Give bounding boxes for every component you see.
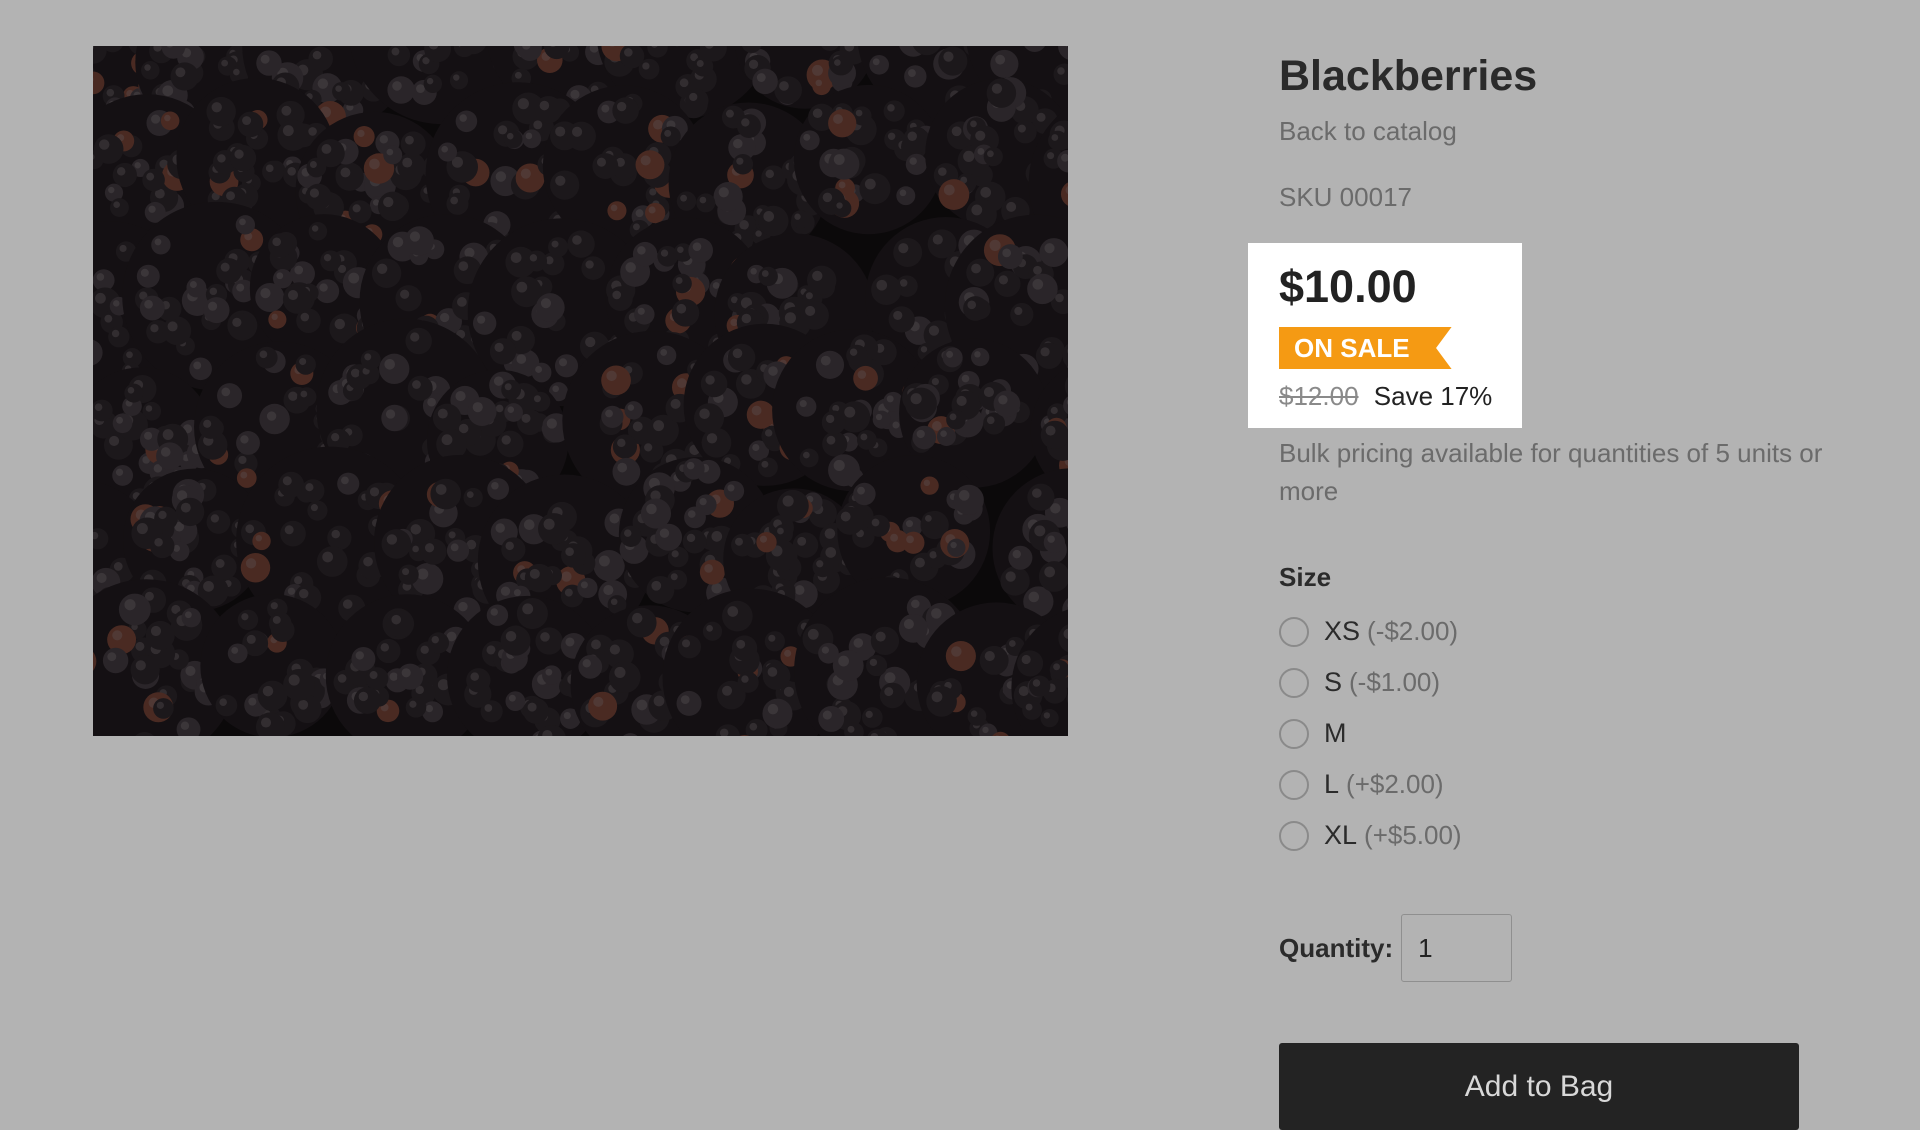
quantity-label: Quantity: — [1279, 933, 1393, 964]
radio-button[interactable] — [1279, 668, 1309, 698]
radio-button[interactable] — [1279, 617, 1309, 647]
price-comparison: $12.00 Save 17% — [1279, 381, 1492, 412]
size-name: L — [1324, 769, 1339, 800]
radio-button[interactable] — [1279, 719, 1309, 749]
current-price: $10.00 — [1279, 261, 1417, 313]
radio-button[interactable] — [1279, 770, 1309, 800]
size-option-xl[interactable]: XL (+$5.00) — [1279, 810, 1462, 861]
size-name: M — [1324, 718, 1347, 749]
product-image — [93, 46, 1068, 736]
size-option-s[interactable]: S (-$1.00) — [1279, 657, 1462, 708]
size-option-xs[interactable]: XS (-$2.00) — [1279, 606, 1462, 657]
add-to-bag-button[interactable]: Add to Bag — [1279, 1043, 1799, 1130]
savings-text: Save 17% — [1374, 381, 1493, 411]
quantity-row: Quantity: — [1279, 914, 1512, 982]
size-name: XL — [1324, 820, 1357, 851]
size-price-modifier: (+$2.00) — [1346, 769, 1444, 800]
size-options: XS (-$2.00) S (-$1.00) M L (+$2.00) XL (… — [1279, 606, 1462, 861]
size-price-modifier: (+$5.00) — [1364, 820, 1462, 851]
product-title: Blackberries — [1279, 50, 1879, 102]
on-sale-badge: ON SALE — [1279, 327, 1452, 369]
price-box: $10.00 ON SALE $12.00 Save 17% — [1248, 243, 1522, 428]
size-price-modifier: (-$2.00) — [1367, 616, 1458, 647]
bulk-pricing-note: Bulk pricing available for quantities of… — [1279, 434, 1879, 510]
original-price: $12.00 — [1279, 381, 1359, 411]
size-option-l[interactable]: L (+$2.00) — [1279, 759, 1462, 810]
size-label: Size — [1279, 562, 1331, 593]
product-details: Blackberries Back to catalog SKU 00017 $… — [1279, 40, 1879, 213]
size-price-modifier: (-$1.00) — [1349, 667, 1440, 698]
size-name: XS — [1324, 616, 1360, 647]
back-to-catalog-link[interactable]: Back to catalog — [1279, 116, 1457, 147]
blackberries-photo — [93, 46, 1068, 736]
quantity-input[interactable] — [1401, 914, 1512, 982]
size-option-m[interactable]: M — [1279, 708, 1462, 759]
radio-button[interactable] — [1279, 821, 1309, 851]
size-name: S — [1324, 667, 1342, 698]
sku-label: SKU 00017 — [1279, 182, 1879, 213]
